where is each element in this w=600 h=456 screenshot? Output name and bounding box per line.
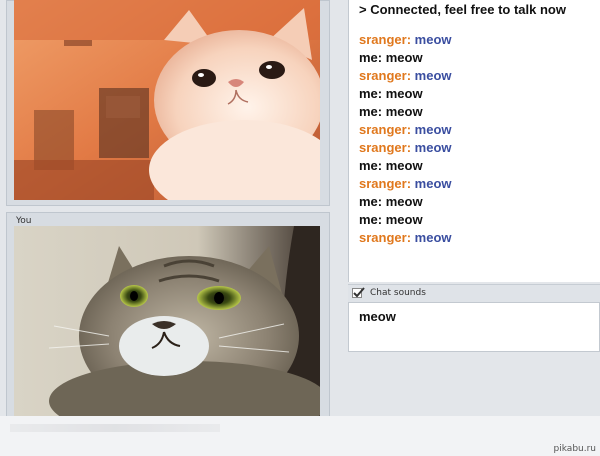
chat-log: > Connected, feel free to talk now srang… bbox=[348, 0, 600, 282]
chat-message: me: meow bbox=[359, 50, 423, 65]
message-text: meow bbox=[385, 104, 423, 119]
chat-message: sranger: meow bbox=[359, 68, 452, 83]
chat-message: me: meow bbox=[359, 194, 423, 209]
message-text: meow bbox=[414, 140, 452, 155]
message-author: me: bbox=[359, 86, 383, 101]
message-author: me: bbox=[359, 104, 383, 119]
message-author: sranger: bbox=[359, 32, 412, 47]
message-text: meow bbox=[414, 32, 452, 47]
message-author: sranger: bbox=[359, 140, 412, 155]
message-input-text: meow bbox=[359, 309, 396, 324]
you-label: You bbox=[16, 216, 32, 226]
message-text: meow bbox=[414, 122, 452, 137]
blurred-caption bbox=[10, 424, 220, 432]
watermark: pikabu.ru bbox=[553, 444, 596, 454]
message-author: sranger: bbox=[359, 176, 412, 191]
chat-sounds-label: Chat sounds bbox=[370, 288, 426, 298]
message-text: meow bbox=[385, 158, 423, 173]
chat-message: me: meow bbox=[359, 86, 423, 101]
stranger-cat-image bbox=[14, 0, 320, 200]
message-author: sranger: bbox=[359, 230, 412, 245]
message-text: meow bbox=[385, 50, 423, 65]
chat-message: me: meow bbox=[359, 104, 423, 119]
chat-sounds-checkbox[interactable] bbox=[352, 287, 365, 298]
chat-sounds-bar: Chat sounds bbox=[348, 284, 600, 302]
message-text: meow bbox=[385, 194, 423, 209]
message-author: me: bbox=[359, 50, 383, 65]
message-text: meow bbox=[385, 86, 423, 101]
message-author: me: bbox=[359, 158, 383, 173]
checkmark-icon bbox=[353, 287, 365, 298]
chat-message: sranger: meow bbox=[359, 140, 452, 155]
chat-message: me: meow bbox=[359, 212, 423, 227]
message-text: meow bbox=[385, 212, 423, 227]
message-input[interactable]: meow bbox=[348, 302, 600, 352]
self-cat-image bbox=[14, 226, 320, 416]
message-author: sranger: bbox=[359, 122, 412, 137]
message-author: me: bbox=[359, 212, 383, 227]
chat-message: sranger: meow bbox=[359, 230, 452, 245]
chat-message: sranger: meow bbox=[359, 32, 452, 47]
message-author: sranger: bbox=[359, 68, 412, 83]
message-text: meow bbox=[414, 68, 452, 83]
message-text: meow bbox=[414, 230, 452, 245]
chat-message: sranger: meow bbox=[359, 176, 452, 191]
chat-message: me: meow bbox=[359, 158, 423, 173]
message-text: meow bbox=[414, 176, 452, 191]
stranger-video bbox=[14, 0, 320, 200]
bottom-strip bbox=[0, 416, 600, 456]
chat-message: sranger: meow bbox=[359, 122, 452, 137]
connection-status: > Connected, feel free to talk now bbox=[359, 2, 566, 17]
self-video bbox=[14, 226, 320, 416]
message-author: me: bbox=[359, 194, 383, 209]
